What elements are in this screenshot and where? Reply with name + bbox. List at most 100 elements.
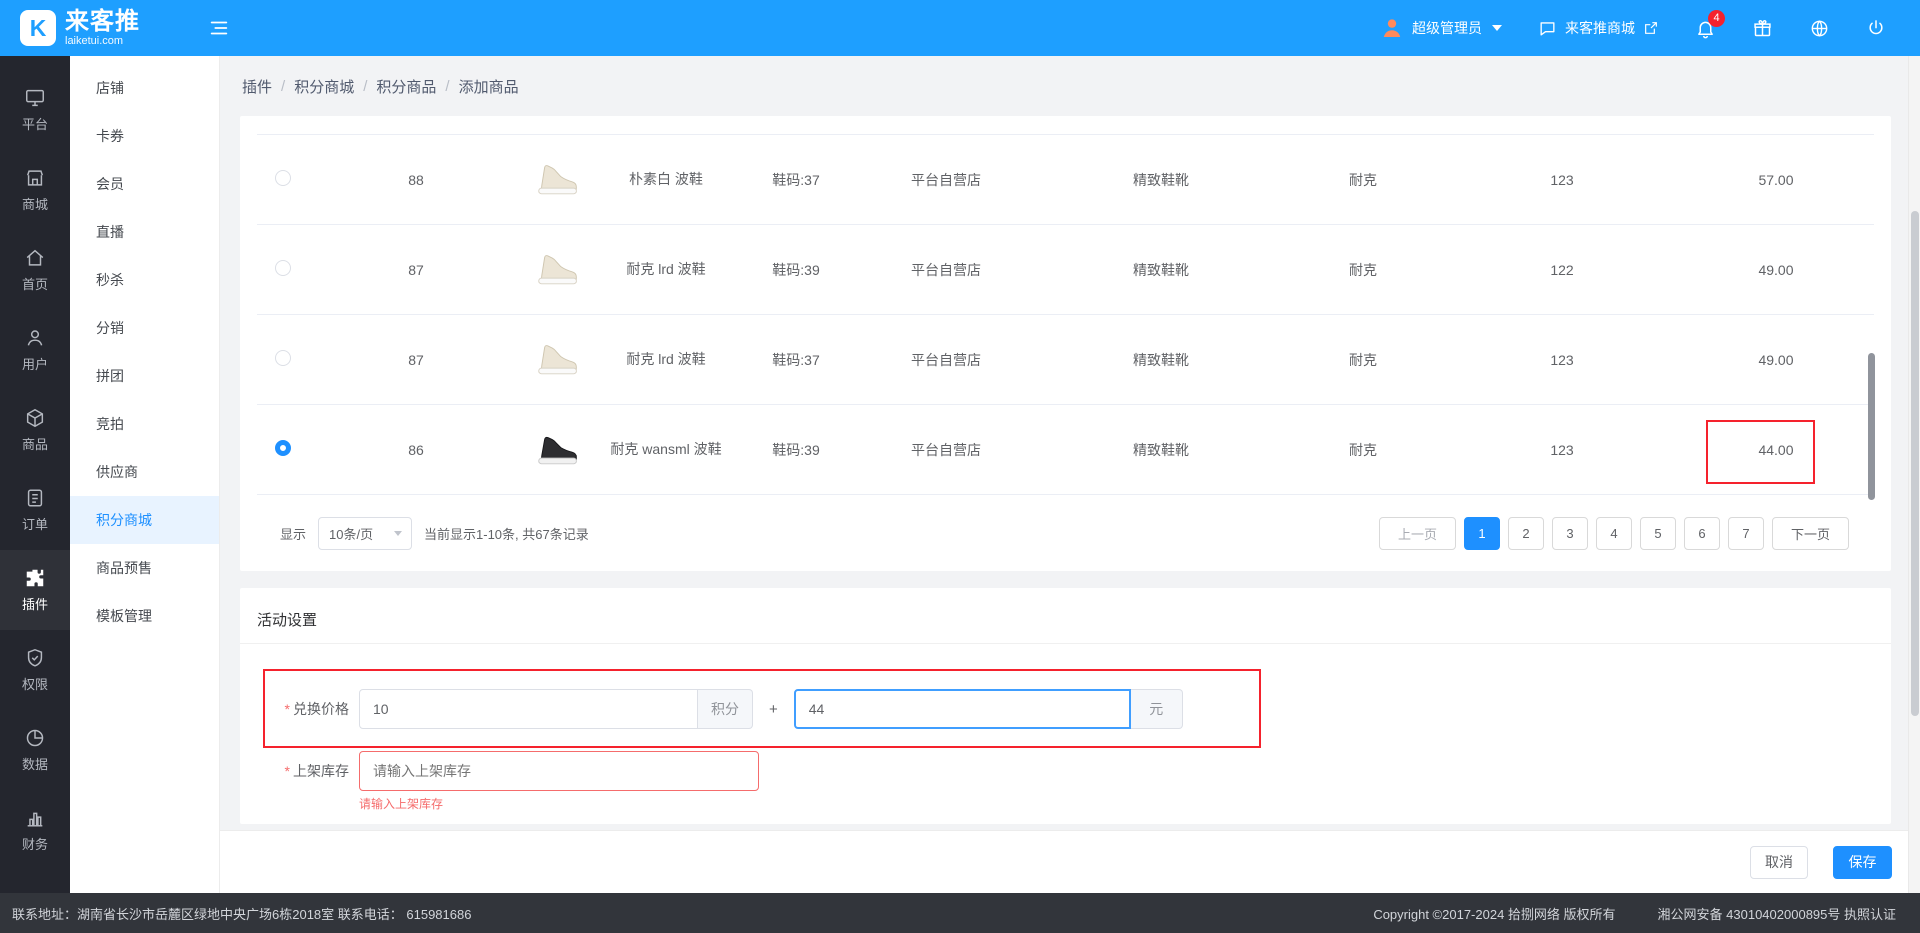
product-image bbox=[533, 248, 581, 292]
sidebar-item-data[interactable]: 数据 bbox=[0, 710, 70, 790]
sidebar-item-finance[interactable]: 财务 bbox=[0, 790, 70, 870]
sidebar-item-plugin[interactable]: 插件 bbox=[0, 550, 70, 630]
cancel-button[interactable]: 取消 bbox=[1750, 845, 1808, 879]
user-menu[interactable]: 超级管理员 bbox=[1380, 16, 1502, 40]
chat-bubble-icon bbox=[1540, 21, 1555, 36]
product-store: 平台自营店 bbox=[911, 351, 981, 368]
product-store: 平台自营店 bbox=[911, 441, 981, 458]
page-button-6[interactable]: 6 bbox=[1683, 517, 1720, 550]
product-category: 精致鞋靴 bbox=[1133, 441, 1189, 458]
user-role-label: 超级管理员 bbox=[1412, 20, 1482, 36]
product-spec: 鞋码:37 bbox=[772, 171, 820, 188]
footer-beian[interactable]: 湘公网安备 43010402000895号 执照认证 bbox=[1658, 904, 1896, 923]
product-store: 平台自营店 bbox=[911, 171, 981, 188]
gift-button[interactable] bbox=[1752, 18, 1773, 39]
window-scrollbar[interactable] bbox=[1908, 56, 1920, 893]
submenu-item-member[interactable]: 会员 bbox=[70, 160, 219, 208]
breadcrumb-item[interactable]: 积分商城 bbox=[294, 76, 354, 97]
sidebar-item-user[interactable]: 用户 bbox=[0, 310, 70, 390]
sidebar-item-order[interactable]: 订单 bbox=[0, 470, 70, 550]
sidebar-item-label: 商城 bbox=[21, 197, 48, 212]
menu-collapse-icon[interactable] bbox=[208, 17, 230, 39]
logo: K 来客推 laiketui.com bbox=[0, 9, 200, 47]
table-row-selected[interactable]: 86 耐克 wansml 波鞋 鞋码:39 平台自营店 精致鞋靴 耐克 123 … bbox=[257, 405, 1874, 495]
mall-icon bbox=[26, 170, 44, 186]
window-scrollbar-thumb[interactable] bbox=[1911, 211, 1919, 716]
exchange-label-text: 兑换价格 bbox=[293, 701, 349, 717]
table-row[interactable]: 88 朴素白 波鞋 鞋码:37 平台自营店 精致鞋靴 耐克 123 57.00 bbox=[257, 135, 1874, 225]
submenu-item-coupon[interactable]: 卡券 bbox=[70, 112, 219, 160]
breadcrumb-item[interactable]: 积分商品 bbox=[376, 76, 436, 97]
prev-page-button[interactable]: 上一页 bbox=[1378, 517, 1456, 550]
page-size-value: 10条/页 bbox=[329, 527, 374, 542]
footer-copyright: Copyright ©2017-2024 拾捌网络 版权所有 bbox=[1373, 906, 1616, 922]
product-spec: 鞋码:39 bbox=[772, 441, 820, 458]
sidebar-item-goods[interactable]: 商品 bbox=[0, 390, 70, 470]
product-stock: 123 bbox=[1550, 441, 1574, 458]
breadcrumb-separator: / bbox=[281, 77, 286, 95]
page-size-select[interactable]: 10条/页 bbox=[318, 517, 413, 550]
submenu-item-live[interactable]: 直播 bbox=[70, 208, 219, 256]
page-footer: 联系地址：湖南省长沙市岳麓区绿地中央广场6栋2018室 联系电话： 615981… bbox=[0, 893, 1920, 933]
goods-icon bbox=[26, 408, 44, 428]
top-header: K 来客推 laiketui.com 超级管理员 来客推商城 4 bbox=[0, 0, 1920, 56]
required-mark: * bbox=[284, 701, 290, 717]
submenu-item-store[interactable]: 店铺 bbox=[70, 64, 219, 112]
product-stock: 123 bbox=[1550, 351, 1574, 368]
sidebar-item-platform[interactable]: 平台 bbox=[0, 70, 70, 150]
logout-button[interactable] bbox=[1866, 18, 1886, 38]
save-button[interactable]: 保存 bbox=[1833, 845, 1892, 879]
user-icon bbox=[27, 330, 43, 346]
sidebar-item-label: 财务 bbox=[21, 837, 48, 852]
product-id: 87 bbox=[408, 351, 424, 368]
home-icon bbox=[26, 249, 44, 266]
submenu-item-auction[interactable]: 竞拍 bbox=[70, 400, 219, 448]
page-button-1[interactable]: 1 bbox=[1463, 517, 1500, 550]
notifications-button[interactable]: 4 bbox=[1695, 9, 1725, 39]
sidebar-item-mall[interactable]: 商城 bbox=[0, 150, 70, 230]
row-radio[interactable] bbox=[275, 350, 291, 366]
mall-link[interactable]: 来客推商城 bbox=[1538, 18, 1659, 38]
finance-icon bbox=[27, 812, 43, 827]
row-radio-checked[interactable] bbox=[275, 440, 291, 456]
product-image bbox=[533, 338, 581, 382]
sidebar-item-label: 订单 bbox=[21, 517, 48, 532]
submenu-item-seckill[interactable]: 秒杀 bbox=[70, 256, 219, 304]
sidebar-item-permission[interactable]: 权限 bbox=[0, 630, 70, 710]
order-icon bbox=[27, 489, 43, 507]
footer-contact: 联系地址：湖南省长沙市岳麓区绿地中央广场6栋2018室 联系电话： 615981… bbox=[12, 906, 472, 922]
sidebar-item-more[interactable] bbox=[0, 870, 70, 893]
plugin-submenu: 店铺 卡券 会员 直播 秒杀 分销 拼团 竞拍 供应商 积分商城 商品预售 模板… bbox=[70, 56, 220, 893]
page-button-2[interactable]: 2 bbox=[1507, 517, 1544, 550]
sidebar-item-home[interactable]: 首页 bbox=[0, 230, 70, 310]
product-id: 86 bbox=[408, 441, 424, 458]
submenu-item-presale[interactable]: 商品预售 bbox=[70, 544, 219, 592]
row-radio[interactable] bbox=[275, 260, 291, 276]
product-category: 精致鞋靴 bbox=[1133, 261, 1189, 278]
breadcrumb-item[interactable]: 插件 bbox=[242, 76, 272, 97]
sidebar-item-label: 数据 bbox=[21, 757, 48, 772]
table-row[interactable]: 87 耐克 lrd 波鞋 鞋码:37 平台自营店 精致鞋靴 耐克 123 49.… bbox=[257, 315, 1874, 405]
exchange-points-input[interactable] bbox=[359, 689, 698, 729]
stock-input[interactable] bbox=[359, 751, 759, 791]
product-category: 精致鞋靴 bbox=[1133, 171, 1189, 188]
avatar-icon bbox=[1383, 19, 1401, 37]
submenu-item-distribution[interactable]: 分销 bbox=[70, 304, 219, 352]
page-button-5[interactable]: 5 bbox=[1639, 517, 1676, 550]
main-content: 插件 / 积分商城 / 积分商品 / 添加商品 88 朴素白 波鞋 鞋码:37 … bbox=[220, 56, 1920, 893]
language-button[interactable] bbox=[1809, 18, 1830, 39]
page-button-7[interactable]: 7 bbox=[1727, 517, 1764, 550]
notification-badge: 4 bbox=[1708, 9, 1725, 27]
next-page-button[interactable]: 下一页 bbox=[1771, 517, 1849, 550]
page-button-3[interactable]: 3 bbox=[1551, 517, 1588, 550]
submenu-item-groupbuy[interactable]: 拼团 bbox=[70, 352, 219, 400]
submenu-item-template[interactable]: 模板管理 bbox=[70, 592, 219, 640]
submenu-item-supplier[interactable]: 供应商 bbox=[70, 448, 219, 496]
row-radio[interactable] bbox=[275, 170, 291, 186]
table-scrollbar-thumb[interactable] bbox=[1868, 353, 1875, 500]
stock-row: * 上架库存 bbox=[240, 751, 759, 791]
table-row[interactable]: 87 耐克 lrd 波鞋 鞋码:39 平台自营店 精致鞋靴 耐克 122 49.… bbox=[257, 225, 1874, 315]
page-button-4[interactable]: 4 bbox=[1595, 517, 1632, 550]
submenu-item-points-mall[interactable]: 积分商城 bbox=[70, 496, 219, 544]
exchange-money-input[interactable] bbox=[793, 689, 1131, 729]
